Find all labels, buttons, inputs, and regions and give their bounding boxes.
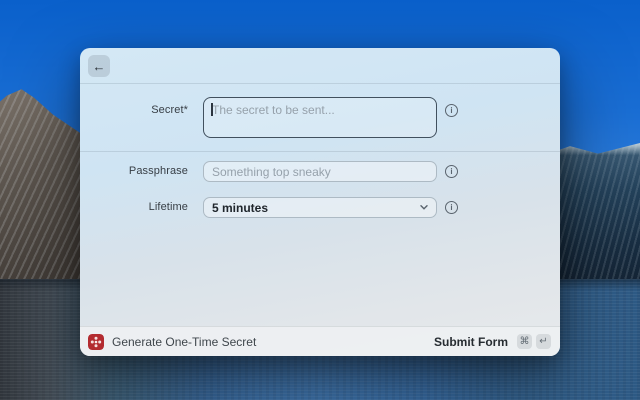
window-header: ← [80, 48, 560, 84]
chevron-down-icon [420, 205, 428, 210]
back-arrow-icon: ← [93, 59, 106, 74]
secret-textarea[interactable] [203, 97, 437, 138]
return-key-icon: ↵ [536, 334, 551, 349]
back-button[interactable]: ← [88, 55, 110, 77]
text-cursor [211, 103, 213, 116]
form-window: ← Secret* i Passphrase i Lifetime 5 minu… [80, 48, 560, 356]
lifetime-info-icon[interactable]: i [445, 201, 458, 214]
submit-form-button[interactable]: Submit Form ⌘ ↵ [434, 334, 551, 349]
one-time-secret-app-icon [88, 334, 104, 350]
window-footer: Generate One-Time Secret Submit Form ⌘ ↵ [80, 326, 560, 356]
submit-form-label: Submit Form [434, 335, 508, 349]
row-divider [80, 151, 560, 152]
lifetime-select[interactable]: 5 minutes [203, 197, 437, 218]
passphrase-info-icon[interactable]: i [445, 165, 458, 178]
command-key-icon: ⌘ [517, 334, 532, 349]
secret-info-icon[interactable]: i [445, 104, 458, 117]
passphrase-label: Passphrase [80, 165, 188, 177]
secret-label: Secret* [80, 104, 188, 116]
command-title: Generate One-Time Secret [112, 335, 256, 349]
passphrase-input[interactable] [203, 161, 437, 182]
lifetime-label: Lifetime [80, 201, 188, 213]
desktop: ← Secret* i Passphrase i Lifetime 5 minu… [0, 0, 640, 400]
lifetime-selected-value: 5 minutes [212, 201, 268, 215]
